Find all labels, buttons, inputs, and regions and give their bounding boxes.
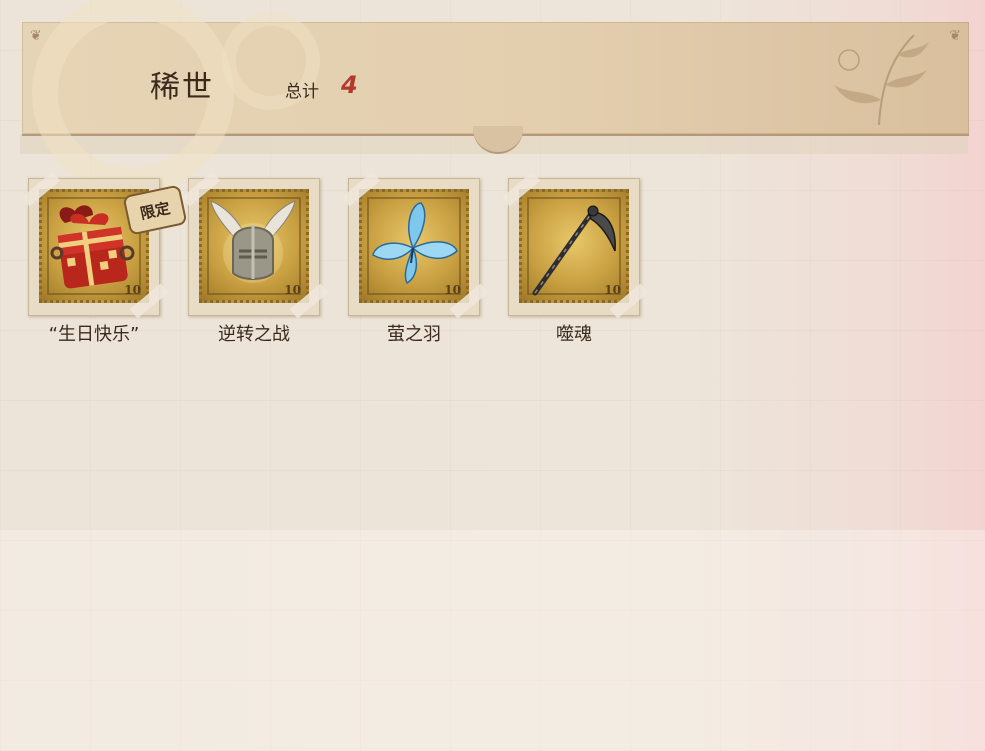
background-band: [0, 530, 985, 751]
category-header: ❦ ❦ 稀世 总计 4: [22, 0, 969, 194]
item-name: 逆转之战: [218, 324, 290, 345]
item-name: “生日快乐”: [48, 324, 140, 345]
blue-butterfly-icon: [372, 202, 458, 285]
item-card-birthday[interactable]: 10 限定 “生日快乐”: [21, 171, 188, 345]
total-count: 4: [341, 71, 358, 99]
scythe-icon: [532, 205, 616, 296]
winged-helmet-icon: [210, 200, 296, 283]
item-card-firefly-feather[interactable]: 10 萤之羽: [341, 171, 489, 345]
total-label: 总计: [285, 82, 319, 102]
item-name: 萤之羽: [387, 324, 441, 345]
item-card-reversal-battle[interactable]: 10 逆转之战: [181, 171, 329, 345]
category-title: 稀世: [150, 70, 214, 105]
corner-ornament-icon: ❦: [30, 28, 42, 44]
item-name: 噬魂: [556, 324, 592, 345]
item-card-soul-devour[interactable]: 10 噬魂: [501, 171, 649, 345]
plant-sketch-icon: [834, 34, 929, 125]
corner-ornament-icon: ❦: [949, 28, 961, 44]
